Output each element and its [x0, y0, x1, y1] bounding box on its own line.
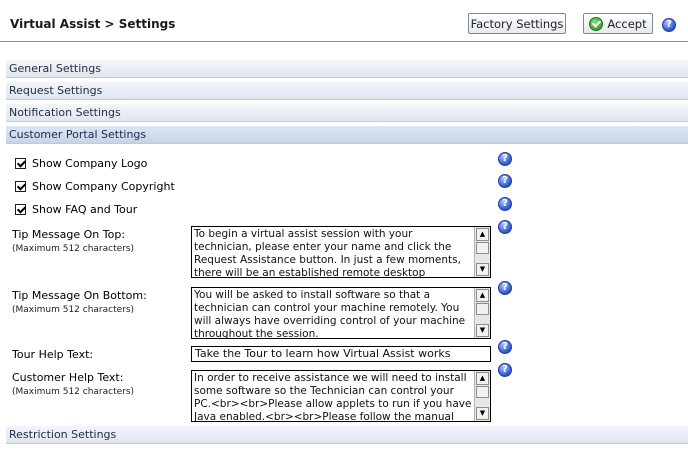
- help-question-icon[interactable]: ?: [498, 220, 512, 234]
- show-faq-tour-row[interactable]: Show FAQ and Tour: [15, 203, 137, 216]
- help-question-icon[interactable]: ?: [498, 152, 512, 166]
- help-question-icon[interactable]: ?: [498, 363, 512, 377]
- header-divider: [0, 41, 688, 42]
- customer-help-label: Customer Help Text:: [12, 371, 124, 384]
- accept-button-label: Accept: [607, 16, 647, 31]
- tip-bottom-text: You will be asked to install software so…: [194, 289, 469, 339]
- scroll-up-icon[interactable]: ▲: [476, 289, 489, 302]
- section-notification-settings[interactable]: Notification Settings: [6, 104, 688, 122]
- checkmark-icon: [589, 16, 604, 31]
- scroll-down-icon[interactable]: ▼: [476, 263, 489, 276]
- header-bar: Virtual Assist > Settings Factory Settin…: [0, 0, 688, 45]
- scroll-thumb[interactable]: [476, 242, 489, 254]
- show-faq-tour-checkbox[interactable]: [15, 204, 26, 215]
- tour-help-label: Tour Help Text:: [12, 348, 94, 361]
- factory-settings-button[interactable]: Factory Settings: [468, 13, 566, 34]
- customer-help-scrollbar[interactable]: ▲ ▼: [474, 371, 490, 421]
- tour-help-input[interactable]: Take the Tour to learn how Virtual Assis…: [191, 346, 491, 362]
- show-faq-tour-label: Show FAQ and Tour: [32, 203, 138, 216]
- accept-button[interactable]: Accept: [583, 13, 653, 34]
- help-question-icon[interactable]: ?: [498, 340, 512, 354]
- section-restriction-settings[interactable]: Restriction Settings: [6, 426, 688, 444]
- show-company-logo-checkbox[interactable]: [15, 158, 26, 169]
- scroll-down-icon[interactable]: ▼: [476, 407, 489, 420]
- help-question-icon[interactable]: ?: [498, 281, 512, 295]
- section-request-settings[interactable]: Request Settings: [6, 82, 688, 100]
- help-question-icon[interactable]: ?: [498, 174, 512, 188]
- help-question-icon[interactable]: ?: [662, 18, 676, 32]
- show-company-logo-row[interactable]: Show Company Logo: [15, 157, 147, 170]
- page-title: Virtual Assist > Settings: [10, 17, 176, 31]
- scroll-up-icon[interactable]: ▲: [476, 372, 489, 385]
- show-company-copyright-row[interactable]: Show Company Copyright: [15, 180, 175, 193]
- tip-top-label: Tip Message On Top:: [12, 228, 126, 241]
- show-company-copyright-checkbox[interactable]: [15, 181, 26, 192]
- tip-top-textarea[interactable]: To begin a virtual assist session with y…: [191, 226, 491, 278]
- section-customer-portal-settings[interactable]: Customer Portal Settings: [6, 126, 688, 144]
- scroll-thumb[interactable]: [476, 303, 489, 315]
- customer-help-textarea[interactable]: In order to receive assistance we will n…: [191, 370, 491, 422]
- scroll-up-icon[interactable]: ▲: [476, 228, 489, 241]
- tip-top-text: To begin a virtual assist session with y…: [194, 228, 461, 278]
- customer-help-text: In order to receive assistance we will n…: [194, 372, 472, 422]
- section-general-settings[interactable]: General Settings: [6, 60, 688, 78]
- tip-bottom-textarea[interactable]: You will be asked to install software so…: [191, 287, 491, 339]
- scroll-thumb[interactable]: [476, 386, 489, 398]
- tip-bottom-label: Tip Message On Bottom:: [12, 289, 147, 302]
- help-question-icon[interactable]: ?: [498, 197, 512, 211]
- tip-top-scrollbar[interactable]: ▲ ▼: [474, 227, 490, 277]
- tip-top-hint: (Maximum 512 characters): [12, 244, 135, 254]
- customer-help-hint: (Maximum 512 characters): [12, 387, 135, 397]
- show-company-copyright-label: Show Company Copyright: [32, 180, 175, 193]
- tip-bottom-hint: (Maximum 512 characters): [12, 305, 135, 315]
- scroll-down-icon[interactable]: ▼: [476, 324, 489, 337]
- tip-bottom-scrollbar[interactable]: ▲ ▼: [474, 288, 490, 338]
- show-company-logo-label: Show Company Logo: [32, 157, 148, 170]
